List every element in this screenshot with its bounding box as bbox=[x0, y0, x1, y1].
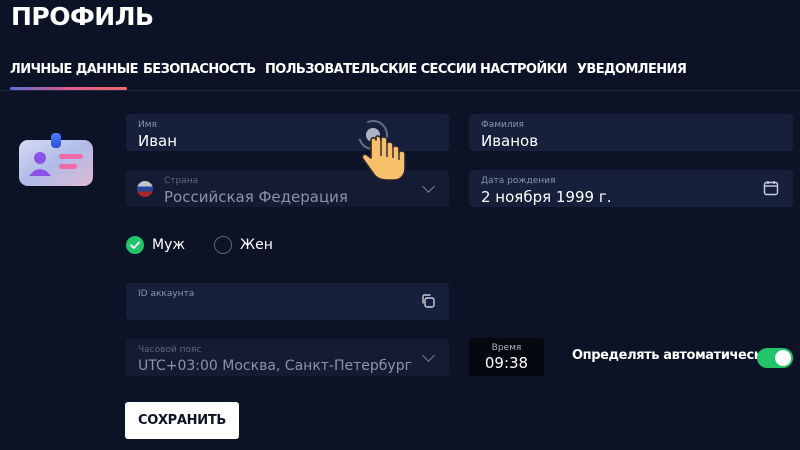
auto-detect-toggle[interactable] bbox=[757, 348, 793, 368]
birth-date-label: Дата рождения bbox=[481, 176, 556, 186]
tab-notifications[interactable]: УВЕДОМЛЕНИЯ bbox=[577, 56, 687, 86]
toggle-knob bbox=[775, 350, 791, 366]
time-label: Время bbox=[491, 343, 522, 353]
russia-flag-icon bbox=[137, 181, 153, 197]
profile-tabs: ЛИЧНЫЕ ДАННЫЕ БЕЗОПАСНОСТЬ ПОЛЬЗОВАТЕЛЬС… bbox=[0, 56, 800, 92]
timezone-value: UTC+03:00 Москва, Санкт-Петербург bbox=[138, 358, 412, 374]
tab-security[interactable]: БЕЗОПАСНОСТЬ bbox=[143, 56, 256, 86]
auto-detect-label: Определять автоматически bbox=[572, 348, 771, 363]
tab-settings[interactable]: НАСТРОЙКИ bbox=[480, 56, 568, 86]
gender-male-radio[interactable] bbox=[126, 236, 144, 254]
birth-date-input[interactable]: 2 ноября 1999 г. bbox=[481, 187, 783, 207]
current-time-box: Время 09:38 bbox=[469, 338, 544, 376]
birth-date-field[interactable]: Дата рождения 2 ноября 1999 г. bbox=[469, 170, 793, 207]
gender-male-label[interactable]: Муж bbox=[152, 236, 185, 254]
tabs-divider bbox=[0, 90, 800, 91]
pointing-hand-icon bbox=[350, 118, 414, 186]
timezone-label: Часовой пояс bbox=[138, 345, 202, 355]
active-tab-indicator bbox=[10, 87, 127, 90]
last-name-input[interactable]: Иванов bbox=[481, 131, 783, 151]
copy-icon[interactable] bbox=[420, 293, 436, 313]
gender-female-label[interactable]: Жен bbox=[240, 236, 273, 254]
account-id-label: ID аккаунта bbox=[138, 289, 195, 299]
page-title: ПРОФИЛЬ bbox=[11, 2, 154, 31]
id-badge-icon bbox=[14, 131, 98, 193]
timezone-select[interactable]: Часовой пояс UTC+03:00 Москва, Санкт-Пет… bbox=[126, 339, 449, 376]
tab-user-sessions[interactable]: ПОЛЬЗОВАТЕЛЬСКИЕ СЕССИИ bbox=[265, 56, 477, 86]
last-name-field[interactable]: Фамилия Иванов bbox=[469, 114, 793, 151]
check-icon bbox=[130, 241, 140, 249]
tab-personal-data[interactable]: ЛИЧНЫЕ ДАННЫЕ bbox=[10, 56, 138, 86]
gender-female-radio[interactable] bbox=[214, 236, 232, 254]
account-id-field[interactable]: ID аккаунта bbox=[126, 283, 449, 320]
time-value: 09:38 bbox=[484, 354, 529, 372]
country-value: Российская Федерация bbox=[164, 188, 348, 206]
save-button[interactable]: СОХРАНИТЬ bbox=[125, 402, 239, 439]
calendar-icon[interactable] bbox=[763, 180, 779, 200]
last-name-label: Фамилия bbox=[481, 120, 524, 130]
